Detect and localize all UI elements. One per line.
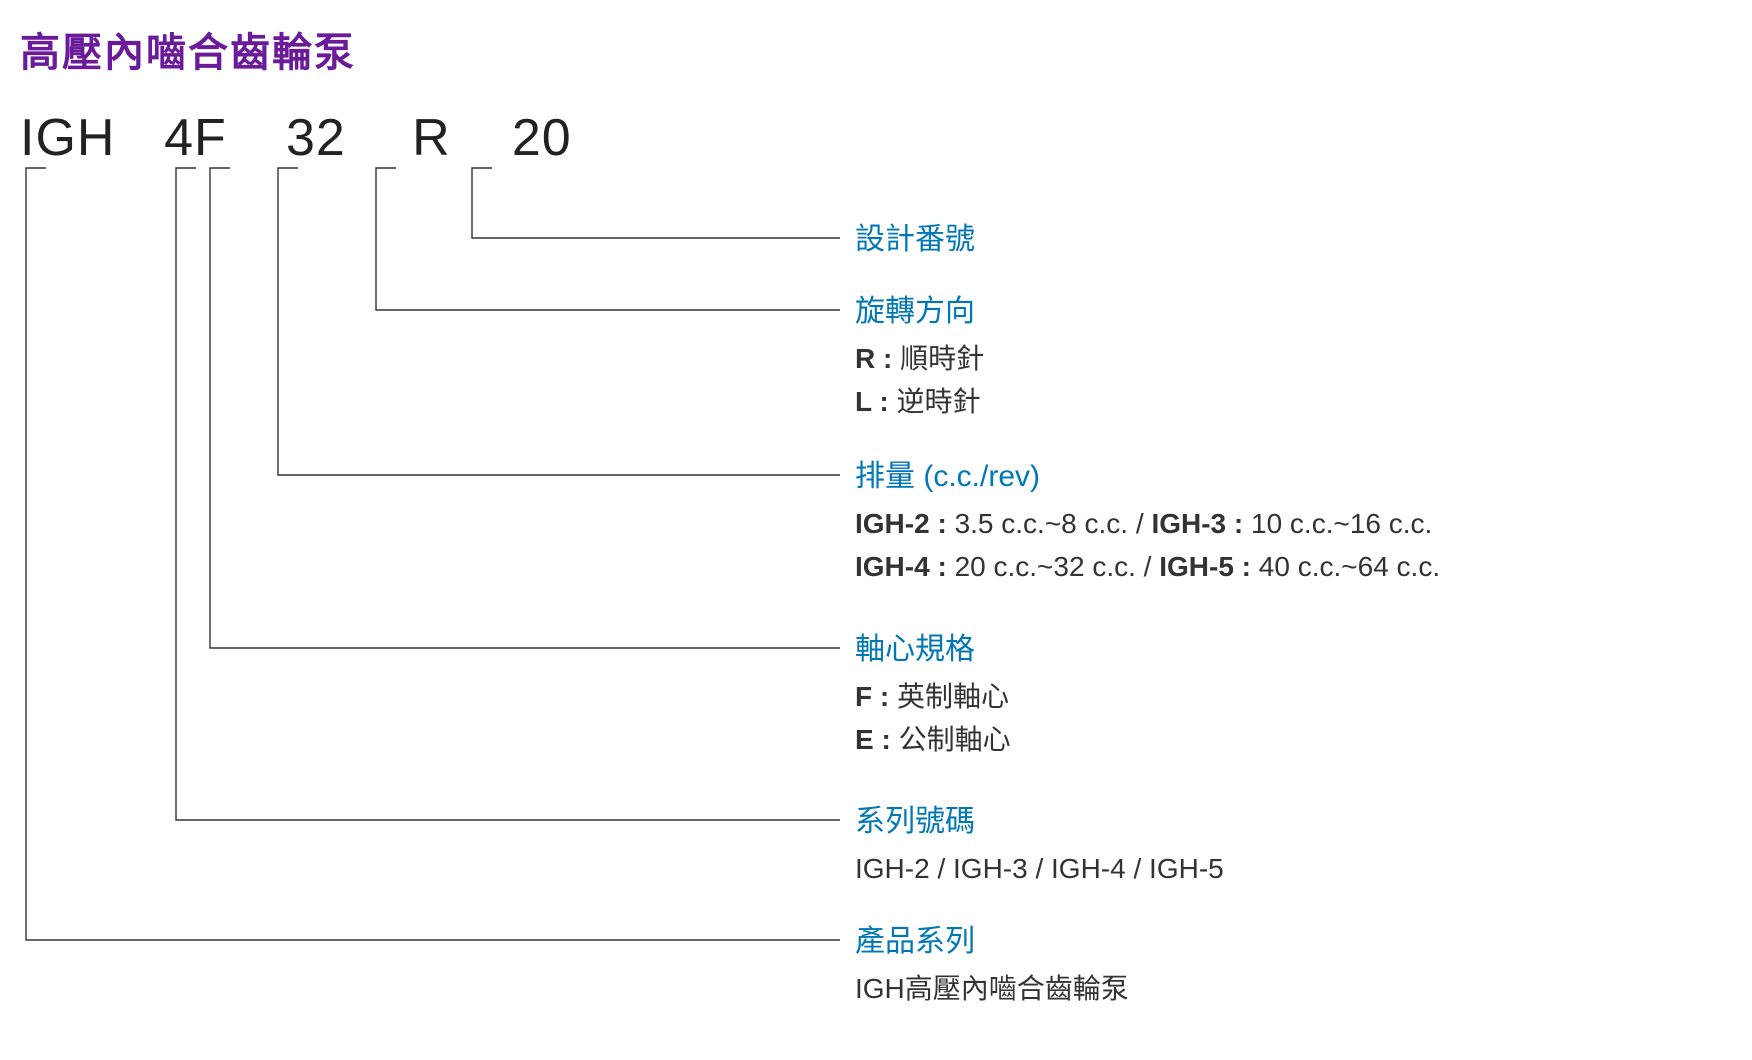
section-body: F : 英制軸心 E : 公制軸心 <box>855 675 1011 762</box>
section-body: R : 順時針 L : 逆時針 <box>855 337 984 424</box>
section-body: IGH-2 : 3.5 c.c.~8 c.c. / IGH-3 : 10 c.c… <box>855 502 1440 589</box>
label: R : <box>855 343 900 374</box>
value: 40 c.c.~64 c.c. <box>1259 551 1440 582</box>
section-title: 系列號碼 <box>855 802 1224 841</box>
section-title: 排量 (c.c./rev) <box>855 457 1440 496</box>
value: 順時針 <box>900 343 984 374</box>
section-design-number: 設計番號 <box>855 220 975 265</box>
label: F : <box>855 681 897 712</box>
value: 10 c.c.~16 c.c. <box>1251 508 1432 539</box>
code-seg-rot: R <box>386 108 476 168</box>
code-seg-igh: IGH <box>20 108 130 168</box>
value: 20 c.c.~32 c.c. / <box>955 551 1160 582</box>
section-title: 旋轉方向 <box>855 292 984 331</box>
model-code: IGH 4F 32 R 20 <box>20 108 1732 168</box>
value: 逆時針 <box>896 386 980 417</box>
label: L : <box>855 386 896 417</box>
code-seg-series: 4F <box>145 108 245 168</box>
section-shaft: 軸心規格 F : 英制軸心 E : 公制軸心 <box>855 630 1011 762</box>
value: 公制軸心 <box>899 724 1011 755</box>
page-title: 高壓內嚙合齒輪泵 <box>20 20 1732 78</box>
label: IGH-2 : <box>855 508 955 539</box>
label: IGH-5 : <box>1159 551 1259 582</box>
label: IGH-4 : <box>855 551 955 582</box>
diagram-wrapper: 高壓內嚙合齒輪泵 IGH 4F 32 R 20 <box>20 20 1732 1040</box>
section-title: 產品系列 <box>855 922 1129 961</box>
section-body: IGH高壓內嚙合齒輪泵 <box>855 967 1129 1010</box>
section-title: 軸心規格 <box>855 630 1011 669</box>
section-rotation: 旋轉方向 R : 順時針 L : 逆時針 <box>855 292 984 424</box>
value: 3.5 c.c.~8 c.c. / <box>955 508 1152 539</box>
section-title: 設計番號 <box>855 220 975 259</box>
label: E : <box>855 724 899 755</box>
section-body: IGH-2 / IGH-3 / IGH-4 / IGH-5 <box>855 847 1224 890</box>
code-seg-disp: 32 <box>261 108 371 168</box>
code-seg-design: 20 <box>492 108 592 168</box>
label: IGH-3 : <box>1151 508 1251 539</box>
section-product-series: 產品系列 IGH高壓內嚙合齒輪泵 <box>855 922 1129 1010</box>
section-displacement: 排量 (c.c./rev) IGH-2 : 3.5 c.c.~8 c.c. / … <box>855 457 1440 589</box>
section-series-number: 系列號碼 IGH-2 / IGH-3 / IGH-4 / IGH-5 <box>855 802 1224 890</box>
value: 英制軸心 <box>897 681 1009 712</box>
